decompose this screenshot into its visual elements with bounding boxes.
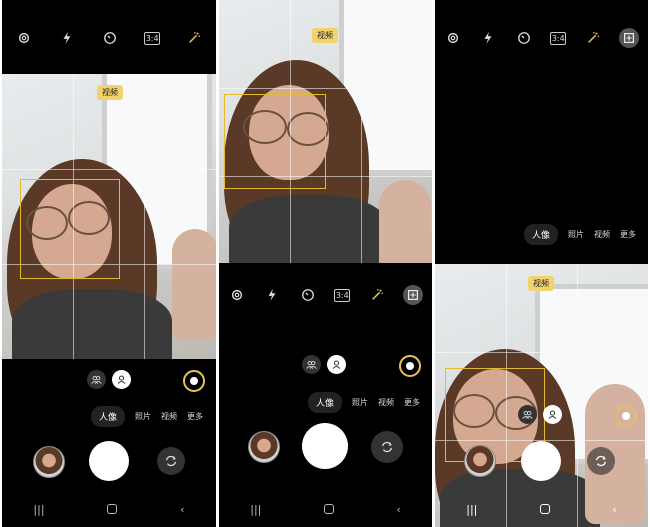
face-focus-box xyxy=(20,179,120,279)
flash-icon[interactable] xyxy=(479,29,497,47)
recent-apps-button[interactable]: ||| xyxy=(33,503,44,516)
group-portrait-toggle[interactable] xyxy=(518,405,537,424)
filter-wand-icon[interactable] xyxy=(368,286,386,304)
gallery-thumbnail[interactable] xyxy=(464,445,496,477)
mode-photo[interactable]: 照片 xyxy=(568,229,584,240)
timer-icon[interactable] xyxy=(299,286,317,304)
top-toolbar: 3:4 xyxy=(2,23,216,53)
home-button[interactable] xyxy=(323,504,334,514)
gallery-thumbnail[interactable] xyxy=(33,446,65,478)
mode-more[interactable]: 更多 xyxy=(404,397,420,408)
aspect-ratio-icon[interactable]: 3:4 xyxy=(334,288,351,302)
grid-line xyxy=(219,88,432,89)
mode-more[interactable]: 更多 xyxy=(187,411,203,422)
settings-icon[interactable] xyxy=(15,29,33,47)
face-focus-box xyxy=(224,94,326,189)
shutter-button[interactable] xyxy=(302,423,348,469)
face-tag: 视频 xyxy=(97,85,123,100)
viewfinder[interactable]: 视频 ||| ‹ xyxy=(435,264,648,527)
mode-selector: 人像 照片 视频 更多 xyxy=(524,224,636,245)
flash-icon[interactable] xyxy=(263,286,281,304)
viewfinder[interactable]: 视频 xyxy=(2,74,216,359)
viewfinder[interactable]: 视频 xyxy=(219,0,432,263)
recent-apps-button[interactable]: ||| xyxy=(250,503,261,516)
mode-video[interactable]: 视频 xyxy=(378,397,394,408)
back-button[interactable]: ‹ xyxy=(396,503,400,516)
filter-wand-icon[interactable] xyxy=(584,29,602,47)
grid-line xyxy=(2,169,216,170)
capture-mode-indicator[interactable] xyxy=(183,370,205,392)
single-portrait-toggle[interactable] xyxy=(543,405,562,424)
grid-line xyxy=(361,0,362,263)
system-nav-bar: ||| ‹ xyxy=(2,498,216,520)
filter-wand-icon[interactable] xyxy=(185,29,203,47)
camera-screen-3: 3:4 人像 照片 视频 更多 视频 ||| ‹ xyxy=(435,0,648,527)
hand xyxy=(379,180,431,263)
aspect-ratio-icon[interactable]: 3:4 xyxy=(144,31,161,45)
aspect-ratio-icon[interactable]: 3:4 xyxy=(550,31,567,45)
top-toolbar: 3:4 xyxy=(435,23,648,53)
home-button[interactable] xyxy=(107,504,118,514)
system-nav-bar: ||| ‹ xyxy=(219,498,432,520)
portrait-toggle xyxy=(518,405,562,424)
group-portrait-toggle[interactable] xyxy=(87,370,106,389)
mode-video[interactable]: 视频 xyxy=(594,229,610,240)
mode-photo[interactable]: 照片 xyxy=(135,411,151,422)
shutter-button[interactable] xyxy=(89,441,129,481)
mode-video[interactable]: 视频 xyxy=(161,411,177,422)
mode-portrait[interactable]: 人像 xyxy=(91,406,126,427)
person-body xyxy=(12,289,172,359)
grid-line xyxy=(577,264,578,527)
grid-line xyxy=(435,352,648,353)
person-body xyxy=(229,195,389,263)
gallery-preview-icon[interactable] xyxy=(403,285,424,305)
shutter-button[interactable] xyxy=(521,441,561,481)
gallery-thumbnail[interactable] xyxy=(248,431,280,463)
settings-icon[interactable] xyxy=(228,286,246,304)
mode-portrait[interactable]: 人像 xyxy=(308,392,343,413)
camera-screen-1: 3:4 视频 人像 照片 视频 更多 ||| ‹ xyxy=(2,0,216,527)
portrait-toggle xyxy=(87,370,131,389)
back-button[interactable]: ‹ xyxy=(612,503,616,516)
hand xyxy=(172,229,216,339)
timer-icon[interactable] xyxy=(101,29,119,47)
capture-mode-indicator[interactable] xyxy=(615,405,637,427)
system-nav-bar: ||| ‹ xyxy=(435,498,648,520)
camera-screen-2: 视频 3:4 人像 照片 视频 更多 ||| ‹ xyxy=(219,0,432,527)
gallery-preview-icon[interactable] xyxy=(619,28,640,48)
mode-portrait[interactable]: 人像 xyxy=(524,224,559,245)
mode-selector: 人像 照片 视频 更多 xyxy=(308,392,420,413)
switch-camera-button[interactable] xyxy=(587,447,615,475)
capture-mode-indicator[interactable] xyxy=(399,355,421,377)
face-tag: 视频 xyxy=(528,276,554,291)
portrait-toggle xyxy=(302,355,346,374)
switch-camera-button[interactable] xyxy=(157,447,185,475)
settings-icon[interactable] xyxy=(444,29,462,47)
recent-apps-button[interactable]: ||| xyxy=(466,503,477,516)
back-button[interactable]: ‹ xyxy=(180,503,184,516)
mode-photo[interactable]: 照片 xyxy=(352,397,368,408)
home-button[interactable] xyxy=(539,504,550,514)
timer-icon[interactable] xyxy=(515,29,533,47)
group-portrait-toggle[interactable] xyxy=(302,355,321,374)
single-portrait-toggle[interactable] xyxy=(327,355,346,374)
mode-selector: 人像 照片 视频 更多 xyxy=(91,406,203,427)
switch-camera-button[interactable] xyxy=(371,431,403,463)
face-tag: 视频 xyxy=(312,28,338,43)
top-toolbar: 3:4 xyxy=(219,280,432,310)
single-portrait-toggle[interactable] xyxy=(112,370,131,389)
flash-icon[interactable] xyxy=(58,29,76,47)
grid-line xyxy=(144,74,145,359)
mode-more[interactable]: 更多 xyxy=(620,229,636,240)
